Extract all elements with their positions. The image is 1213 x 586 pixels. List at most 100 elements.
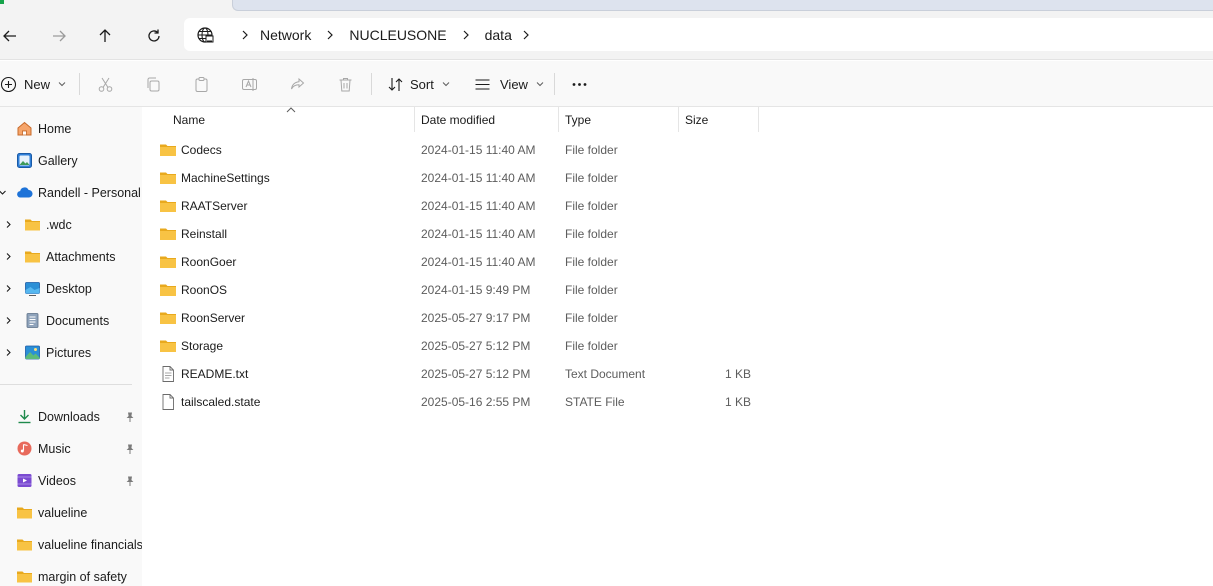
- chevron-down-icon: [536, 82, 544, 87]
- rename-icon: [241, 77, 257, 91]
- file-date-modified: 2024-01-15 11:40 AM: [421, 255, 536, 269]
- sidebar-item-valueline-financials[interactable]: valueline financials: [0, 532, 142, 558]
- chevron-down-icon: [0, 190, 6, 195]
- breadcrumb-nucleusone[interactable]: NUCLEUSONE: [349, 27, 446, 43]
- active-tab[interactable]: [232, 0, 1213, 11]
- file-type: File folder: [565, 283, 618, 297]
- up-button[interactable]: [91, 22, 119, 50]
- pin-icon[interactable]: [124, 411, 136, 423]
- file-date-modified: 2024-01-15 11:40 AM: [421, 199, 536, 213]
- table-row[interactable]: tailscaled.state 2025-05-16 2:55 PM STATE …: [142, 388, 902, 416]
- copy-icon: [147, 77, 159, 91]
- documents-icon: [26, 313, 39, 328]
- delete-button[interactable]: [334, 73, 356, 95]
- table-row[interactable]: Reinstall 2024-01-15 11:40 AM File folder: [142, 220, 902, 248]
- sidebar-item-valueline[interactable]: valueline: [0, 500, 142, 526]
- sidebar-item-home[interactable]: Home: [0, 116, 142, 142]
- cloud-icon: [17, 187, 33, 198]
- file-type: File folder: [565, 339, 618, 353]
- folder-icon: [25, 219, 40, 231]
- copy-button[interactable]: [142, 73, 164, 95]
- trash-icon: [339, 77, 351, 91]
- view-label: View: [500, 76, 528, 92]
- sidebar-item-label: Videos: [38, 474, 76, 488]
- column-header-name[interactable]: Name: [167, 107, 415, 132]
- tab-strip: [0, 0, 1213, 12]
- file-type: File folder: [565, 227, 618, 241]
- column-header-type[interactable]: Type: [559, 107, 679, 132]
- column-header-size[interactable]: Size: [679, 107, 759, 132]
- chevron-right-icon: [6, 285, 11, 292]
- sidebar-item-pictures[interactable]: Pictures: [0, 340, 142, 366]
- file-name: RAATServer: [181, 199, 248, 213]
- folder-icon: [160, 172, 176, 184]
- breadcrumb-network[interactable]: Network: [260, 27, 311, 43]
- file-date-modified: 2025-05-27 5:12 PM: [421, 367, 531, 381]
- sidebar-item-downloads[interactable]: Downloads: [0, 404, 142, 430]
- back-button[interactable]: [0, 22, 24, 50]
- column-header-date-modified[interactable]: Date modified: [415, 107, 559, 132]
- sidebar-item-desktop[interactable]: Desktop: [0, 276, 142, 302]
- table-row[interactable]: RAATServer 2024-01-15 11:40 AM File folder: [142, 192, 902, 220]
- refresh-button[interactable]: [140, 22, 168, 50]
- sidebar-item-label: Documents: [46, 314, 110, 328]
- view-button[interactable]: View: [474, 71, 544, 97]
- table-row[interactable]: RoonServer 2025-05-27 9:17 PM File folder: [142, 304, 902, 332]
- table-row[interactable]: Storage 2025-05-27 5:12 PM File folder: [142, 332, 902, 360]
- sidebar-item-music[interactable]: Music: [0, 436, 142, 462]
- new-button[interactable]: New: [0, 71, 66, 97]
- file-size: 1 KB: [724, 367, 751, 381]
- sort-icon: [388, 77, 403, 91]
- table-row[interactable]: RoonOS 2024-01-15 9:49 PM File folder: [142, 276, 902, 304]
- table-row[interactable]: README.txt 2025-05-27 5:12 PM Text Documen…: [142, 360, 902, 388]
- divider: [79, 73, 80, 95]
- pin-icon[interactable]: [124, 443, 136, 455]
- chevron-down-icon: [442, 82, 450, 87]
- pin-icon[interactable]: [124, 475, 136, 487]
- music-icon: [17, 441, 32, 456]
- breadcrumb-separator[interactable]: [447, 30, 485, 40]
- folder-icon: [17, 571, 32, 583]
- folder-icon: [160, 200, 176, 212]
- forward-button[interactable]: [45, 22, 73, 50]
- breadcrumb-data[interactable]: data: [485, 27, 512, 43]
- file-date-modified: 2024-01-15 9:49 PM: [421, 283, 531, 297]
- file-date-modified: 2024-01-15 11:40 AM: [421, 143, 536, 157]
- file-type: Text Document: [565, 367, 646, 381]
- more-options-button[interactable]: [568, 73, 590, 95]
- chevron-right-icon: [327, 30, 334, 39]
- arrow-up-icon: [99, 29, 111, 42]
- cut-button[interactable]: [94, 73, 116, 95]
- paste-button[interactable]: [190, 73, 212, 95]
- gallery-icon: [17, 153, 32, 168]
- sidebar-item-gallery[interactable]: Gallery: [0, 148, 142, 174]
- file-date-modified: 2025-05-27 5:12 PM: [421, 339, 531, 353]
- downloads-icon: [18, 410, 31, 424]
- sidebar-item-videos[interactable]: Videos: [0, 468, 142, 494]
- videos-icon: [17, 474, 32, 487]
- address-bar[interactable]: Network NUCLEUSONE data: [184, 18, 1213, 51]
- table-row[interactable]: Codecs 2024-01-15 11:40 AM File folder: [142, 136, 902, 164]
- file-date-modified: 2024-01-15 11:40 AM: [421, 227, 536, 241]
- breadcrumb-separator[interactable]: [311, 30, 349, 40]
- breadcrumb-separator[interactable]: [512, 30, 540, 40]
- sidebar-item-onedrive[interactable]: Randell - Personal: [0, 180, 142, 206]
- table-row[interactable]: MachineSettings 2024-01-15 11:40 AM File f…: [142, 164, 902, 192]
- sort-button[interactable]: Sort: [387, 71, 450, 97]
- sidebar-item-wdc[interactable]: .wdc: [0, 212, 142, 238]
- sidebar-item-label: valueline: [38, 506, 88, 520]
- sidebar-item-margin-of-safety[interactable]: margin of safety: [0, 564, 142, 586]
- sidebar-item-documents[interactable]: Documents: [0, 308, 142, 334]
- share-button[interactable]: [286, 73, 308, 95]
- table-row[interactable]: RoonGoer 2024-01-15 11:40 AM File folder: [142, 248, 902, 276]
- breadcrumb-separator[interactable]: [230, 30, 260, 40]
- chevron-right-icon: [6, 221, 11, 228]
- chevron-right-icon: [6, 253, 11, 260]
- sidebar-item-label: Home: [38, 122, 72, 136]
- plus-circle-icon: [0, 76, 17, 92]
- scissors-icon: [98, 77, 112, 92]
- sidebar-item-attachments[interactable]: Attachments: [0, 244, 142, 270]
- sidebar-item-label: margin of safety: [38, 570, 127, 584]
- folder-icon: [25, 251, 40, 263]
- rename-button[interactable]: [238, 73, 260, 95]
